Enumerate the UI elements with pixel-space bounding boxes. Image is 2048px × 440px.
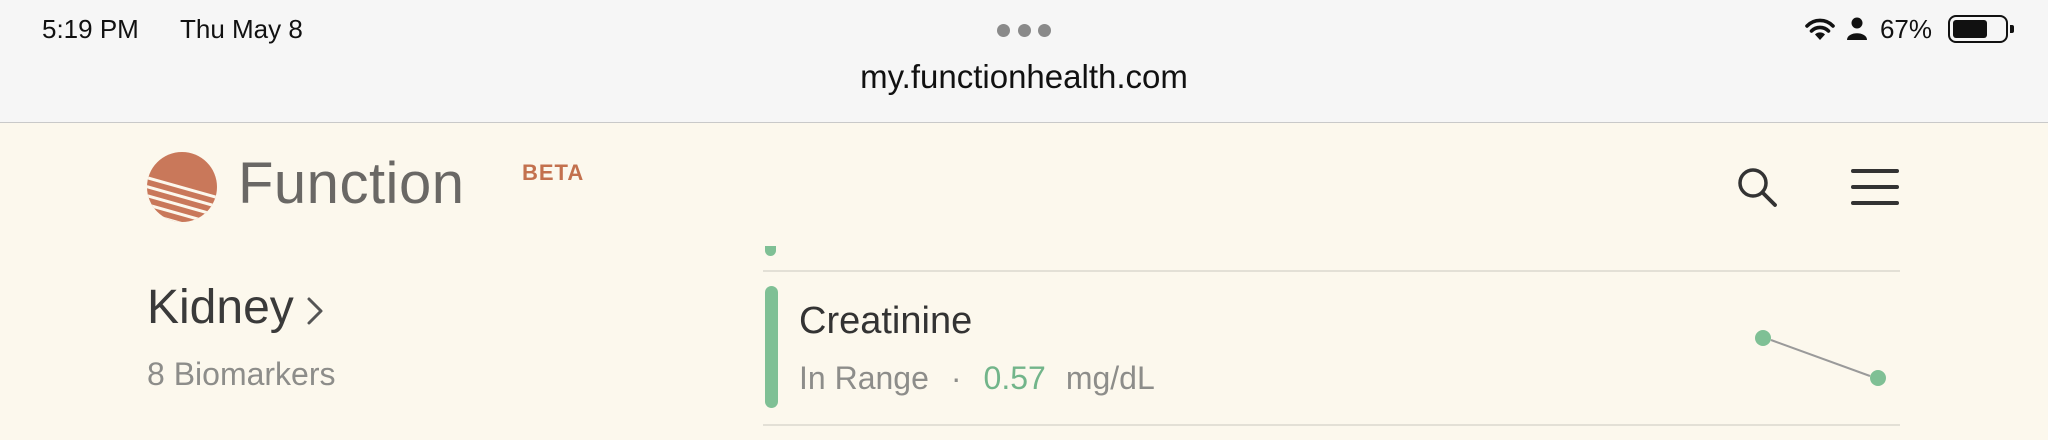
battery-level (1953, 20, 1987, 38)
address-bar-url[interactable]: my.functionhealth.com (0, 58, 2048, 96)
list-divider (763, 270, 1900, 272)
biomarker-name: Creatinine (799, 300, 973, 342)
biomarker-meta: In Range · 0.57 mg/dL (799, 360, 1155, 397)
status-indicators: 67% (1804, 12, 2014, 46)
list-divider (763, 424, 1900, 426)
trend-point (1870, 370, 1886, 386)
biomarker-status: In Range (799, 360, 929, 396)
multitasking-dots-icon[interactable] (997, 23, 1051, 37)
status-indicator-bar (765, 286, 778, 408)
function-logo-icon[interactable] (146, 151, 218, 223)
person-icon (1846, 17, 1867, 40)
brand-name[interactable]: Function (238, 150, 464, 217)
biomarker-value: 0.57 (983, 360, 1046, 396)
status-time: 5:19 PM (42, 14, 139, 44)
status-date: Thu May 8 (180, 14, 303, 44)
menu-icon[interactable] (1850, 163, 1900, 211)
battery-percent: 67% (1879, 13, 1932, 44)
wifi-icon (1805, 18, 1835, 40)
biomarker-count: 8 Biomarkers (147, 356, 336, 392)
category-title: Kidney (147, 281, 294, 334)
previous-row-status-bar (765, 246, 776, 256)
trend-point (1755, 330, 1771, 346)
meta-separator: · (950, 360, 962, 396)
biomarker-row-creatinine[interactable]: Creatinine In Range · 0.57 mg/dL (763, 286, 1900, 410)
chevron-right-icon (307, 297, 323, 324)
trend-sparkline (1755, 330, 1886, 386)
search-icon[interactable] (1733, 163, 1781, 211)
beta-badge: BETA (522, 160, 585, 185)
browser-chrome: 5:19 PM Thu May 8 67% my.functionhealth.… (0, 0, 2048, 123)
biomarker-unit: mg/dL (1065, 360, 1155, 396)
category-kidney-link[interactable]: Kidney (147, 280, 326, 335)
trend-line (1770, 339, 1871, 377)
battery-icon (1948, 15, 2014, 43)
